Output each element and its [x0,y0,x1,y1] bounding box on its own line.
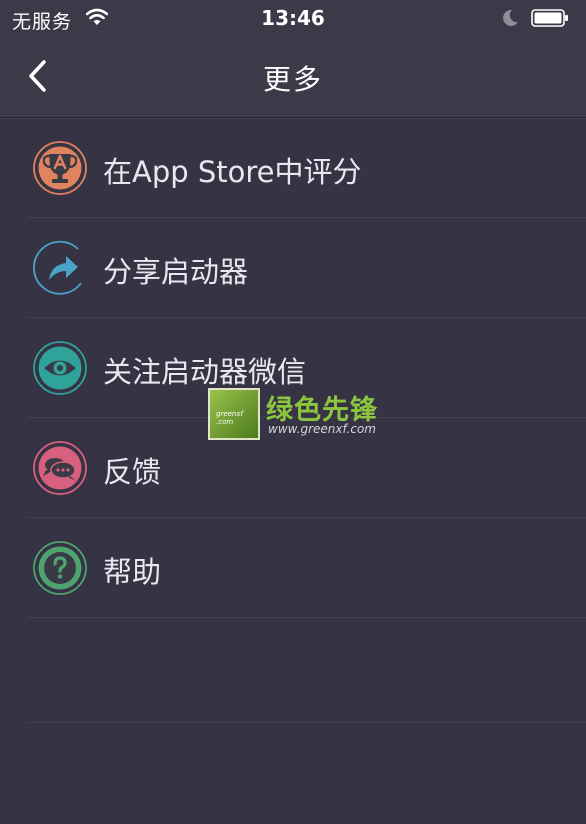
navigation-bar: 更多 [0,38,586,118]
eye-icon [33,341,87,395]
menu-item-rate-app-store[interactable]: 在App Store中评分 [0,118,586,218]
menu-item-label: 帮助 [103,555,162,589]
watermark-box: greenxf .com [208,388,260,440]
watermark-logo: greenxf .com 绿色先锋 www.greenxf.com [208,388,378,444]
menu-item-help[interactable]: 帮助 [0,518,586,618]
menu-item-label: 分享启动器 [103,255,249,289]
more-screen: 无服务 13:46 更多 在App Store中评分 分享启动器 关注启动器微信… [0,0,586,824]
share-arrow-icon [33,240,82,295]
status-time: 13:46 [261,6,325,30]
chat-bubbles-icon [33,441,87,495]
menu-item-label: 反馈 [103,455,162,489]
status-bar: 无服务 13:46 [0,0,586,38]
menu-item-share-launcher[interactable]: 分享启动器 [0,218,586,318]
trophy-icon [33,141,87,195]
watermark-box-text: greenxf .com [216,410,243,426]
moon-icon [503,9,518,26]
row-divider [28,722,586,723]
page-title: 更多 [262,63,323,96]
menu-item-label: 关注启动器微信 [103,355,307,389]
battery-icon [531,9,568,27]
row-divider [28,617,586,618]
question-icon [33,541,87,595]
menu-list: 在App Store中评分 分享启动器 关注启动器微信 反馈 帮助 [0,118,586,618]
watermark-url: www.greenxf.com [268,422,376,436]
menu-item-label: 在App Store中评分 [103,155,362,189]
